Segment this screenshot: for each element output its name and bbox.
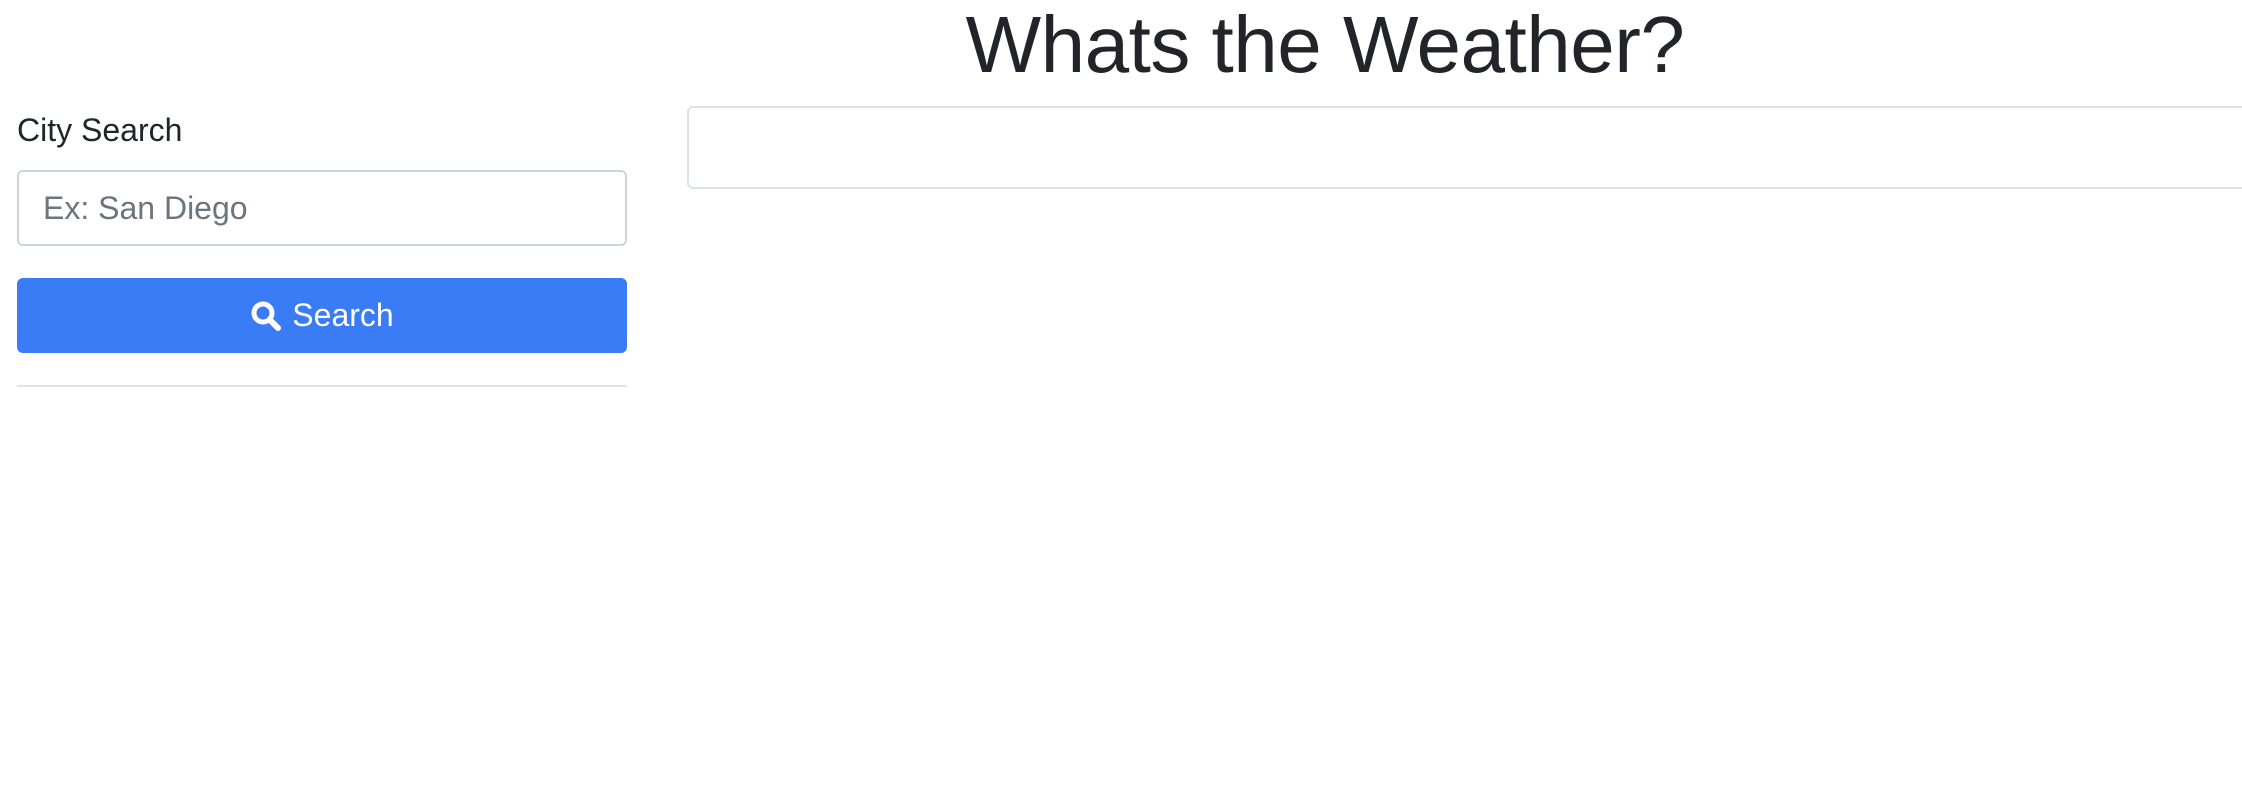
city-search-input[interactable] [17,170,627,246]
page: Whats the Weather? City Search Search [0,0,2242,794]
search-history-divider [17,385,627,387]
current-weather-card [687,106,2242,189]
page-title: Whats the Weather? [965,0,1685,89]
city-search-label: City Search [17,112,183,148]
search-button[interactable]: Search [17,278,627,353]
search-icon [250,300,282,332]
search-button-label: Search [292,297,394,333]
